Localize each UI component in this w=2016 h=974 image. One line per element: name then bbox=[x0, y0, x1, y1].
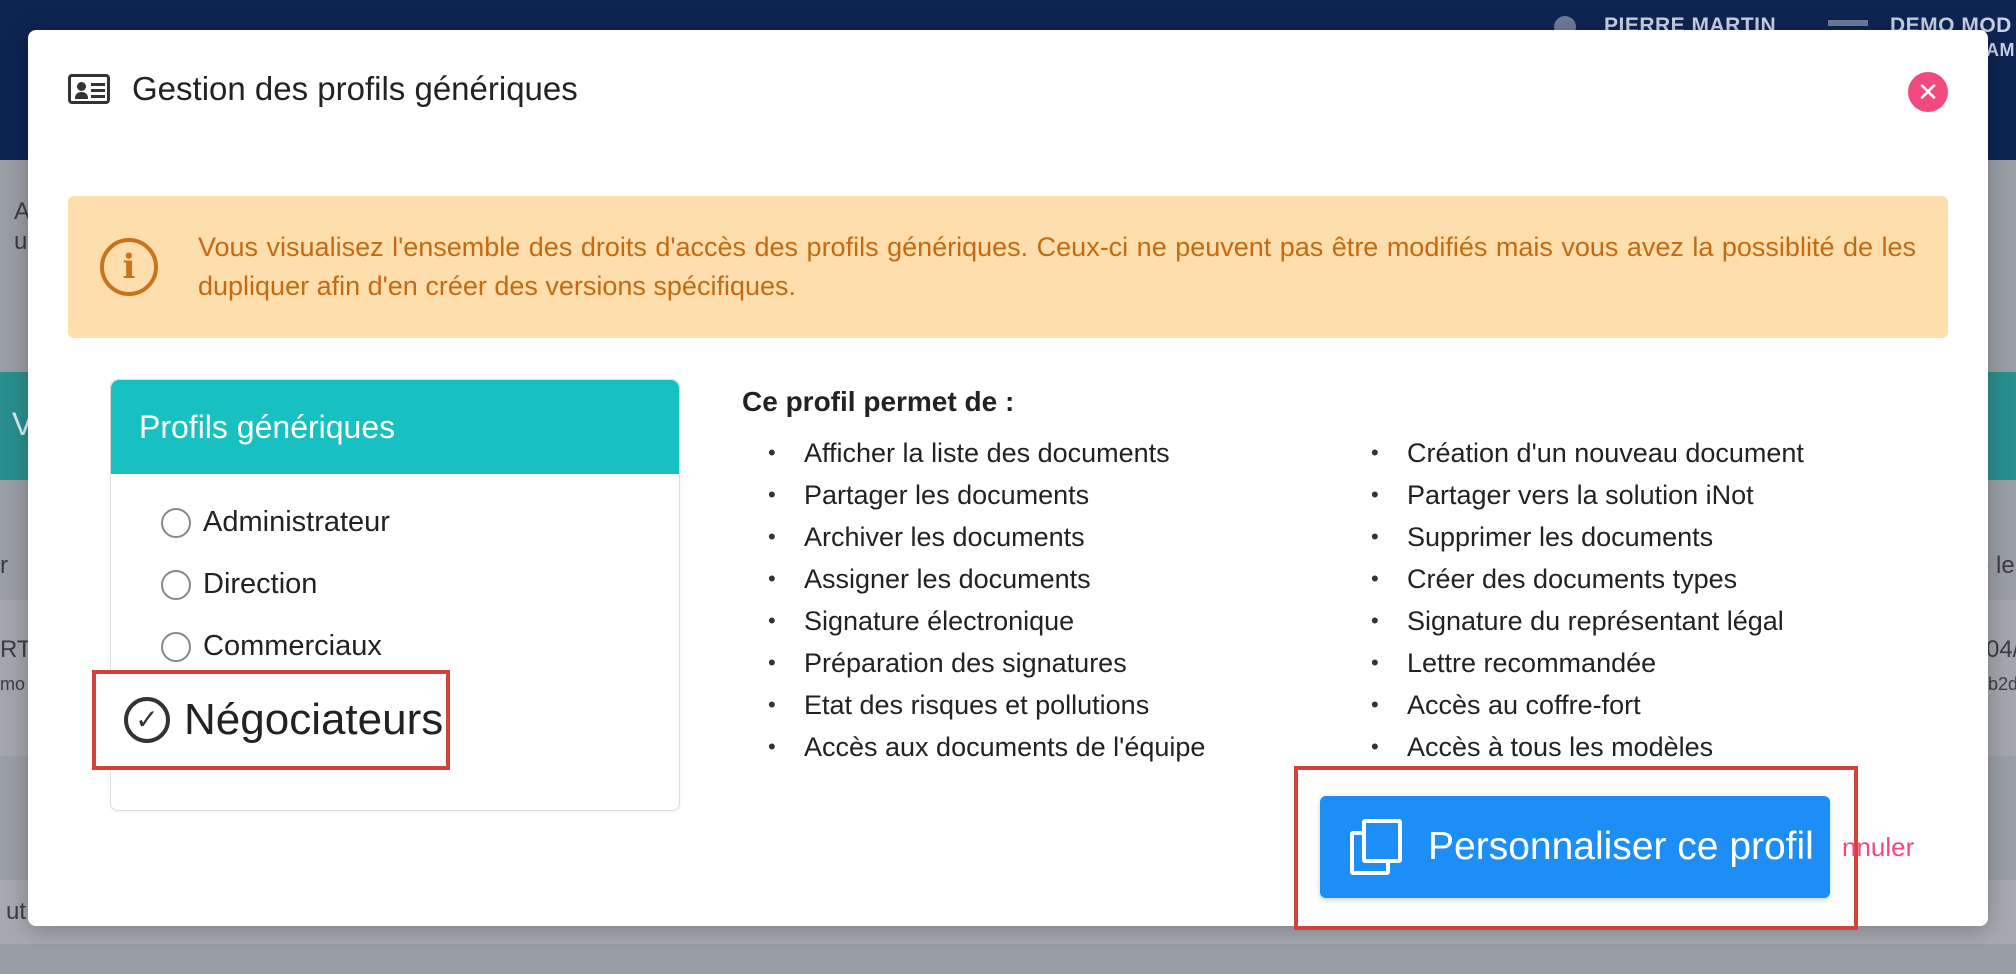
alert-text: Vous visualisez l'ensemble des droits d'… bbox=[198, 232, 1916, 301]
permission-item: Création d'un nouveau document bbox=[1371, 432, 1804, 474]
profile-option-label: Administrateur bbox=[203, 506, 390, 538]
customize-profile-label: Personnaliser ce profil bbox=[1428, 825, 1814, 868]
profile-option-label-selected: Négociateurs bbox=[184, 695, 444, 744]
demo-sub-label: AM bbox=[1986, 40, 2015, 60]
bg-text-fragment: u bbox=[14, 228, 28, 255]
permissions-list-left: Afficher la liste des documents Partager… bbox=[768, 432, 1205, 768]
bg-text-fragment: b2d bbox=[1988, 674, 2016, 694]
permission-item: Supprimer les documents bbox=[1371, 516, 1804, 558]
info-icon: i bbox=[100, 238, 158, 296]
permission-item: Créer des documents types bbox=[1371, 558, 1804, 600]
bg-text-fragment: 04/ bbox=[1986, 636, 2016, 663]
close-icon[interactable]: ✕ bbox=[1917, 79, 1939, 105]
permission-item: Partager les documents bbox=[768, 474, 1205, 516]
profile-option-negociateurs[interactable]: ✓ Négociateurs bbox=[92, 670, 450, 770]
bg-text-fragment: RT bbox=[0, 636, 32, 663]
cancel-link[interactable]: nnuler bbox=[1842, 832, 1914, 863]
permissions-title: Ce profil permet de : bbox=[742, 386, 1015, 417]
permission-item: Accès à tous les modèles bbox=[1371, 726, 1804, 768]
radio-unchecked-icon[interactable] bbox=[161, 569, 191, 600]
radio-unchecked-icon[interactable] bbox=[161, 631, 191, 662]
profiles-card-title: Profils génériques bbox=[139, 408, 396, 445]
info-alert: i Vous visualisez l'ensemble des droits … bbox=[68, 196, 1948, 338]
radio-unchecked-icon[interactable] bbox=[161, 507, 191, 538]
copy-icon bbox=[1350, 819, 1406, 875]
check-circle-icon[interactable]: ✓ bbox=[124, 697, 170, 743]
permission-item: Accès aux documents de l'équipe bbox=[768, 726, 1205, 768]
profile-option-administrateur[interactable]: Administrateur bbox=[161, 506, 390, 539]
modal-header: Gestion des profils génériques bbox=[68, 70, 578, 108]
bg-text-fragment: r bbox=[0, 552, 8, 579]
profile-option-label: Commerciaux bbox=[203, 630, 382, 662]
bg-text-fragment: mo bbox=[0, 674, 26, 694]
permissions-list-right: Création d'un nouveau document Partager … bbox=[1371, 432, 1804, 768]
permission-item: Etat des risques et pollutions bbox=[768, 684, 1205, 726]
close-button[interactable]: ✕ bbox=[1908, 72, 1948, 112]
permission-item: Archiver les documents bbox=[768, 516, 1205, 558]
permission-item: Lettre recommandée bbox=[1371, 642, 1804, 684]
demo-icon bbox=[1828, 20, 1868, 26]
permission-item: Préparation des signatures bbox=[768, 642, 1205, 684]
permission-item: Assigner les documents bbox=[768, 558, 1205, 600]
bg-text-fragment: ut bbox=[6, 898, 27, 925]
permission-item: Afficher la liste des documents bbox=[768, 432, 1205, 474]
customize-profile-button[interactable]: Personnaliser ce profil bbox=[1320, 796, 1830, 898]
modal-title: Gestion des profils génériques bbox=[132, 70, 578, 107]
permission-item: Signature électronique bbox=[768, 600, 1205, 642]
profile-option-direction[interactable]: Direction bbox=[161, 568, 317, 601]
permission-item: Accès au coffre-fort bbox=[1371, 684, 1804, 726]
id-card-icon bbox=[68, 74, 110, 104]
profile-option-label: Direction bbox=[203, 568, 318, 600]
permission-item: Signature du représentant légal bbox=[1371, 600, 1804, 642]
permission-item: Partager vers la solution iNot bbox=[1371, 474, 1804, 516]
generic-profiles-modal: Gestion des profils génériques ✕ i Vous … bbox=[28, 30, 1988, 930]
profiles-card-header: Profils génériques bbox=[111, 380, 679, 474]
profile-option-commerciaux[interactable]: Commerciaux bbox=[161, 630, 382, 663]
